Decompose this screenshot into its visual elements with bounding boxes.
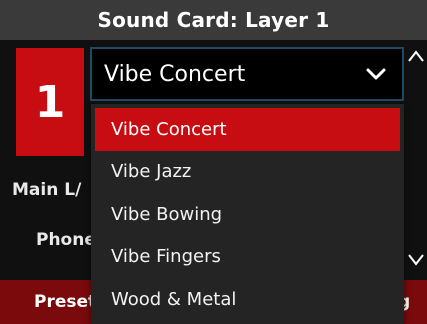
dropdown-option[interactable]: Vibe Fingers [91,236,404,279]
title-bar: Sound Card: Layer 1 [0,0,427,40]
sound-card-screen: Sound Card: Layer 1 1 Main L/ Phone Pres… [0,0,427,324]
dropdown-option[interactable]: Vibe Jazz [91,151,404,194]
scroll-down-icon[interactable] [406,248,426,272]
phones-label: Phone [36,230,96,250]
dropdown-option[interactable]: Wood & Metal [91,278,404,321]
layer-number-badge[interactable]: 1 [16,48,84,156]
scrollbar[interactable] [412,70,420,246]
preset-tab[interactable]: Preset [34,292,96,312]
sound-select[interactable]: Vibe Concert [90,47,404,101]
scroll-up-icon[interactable] [406,44,426,68]
sound-dropdown-list: Vibe Concert Vibe Jazz Vibe Bowing Vibe … [91,104,404,324]
page-title: Sound Card: Layer 1 [97,8,330,32]
main-output-label: Main L/ [12,180,82,200]
dropdown-option[interactable]: Vibe Bowing [91,193,404,236]
dropdown-option[interactable]: Vibe Concert [95,108,400,151]
select-value: Vibe Concert [104,61,246,87]
chevron-down-icon[interactable] [366,67,388,81]
